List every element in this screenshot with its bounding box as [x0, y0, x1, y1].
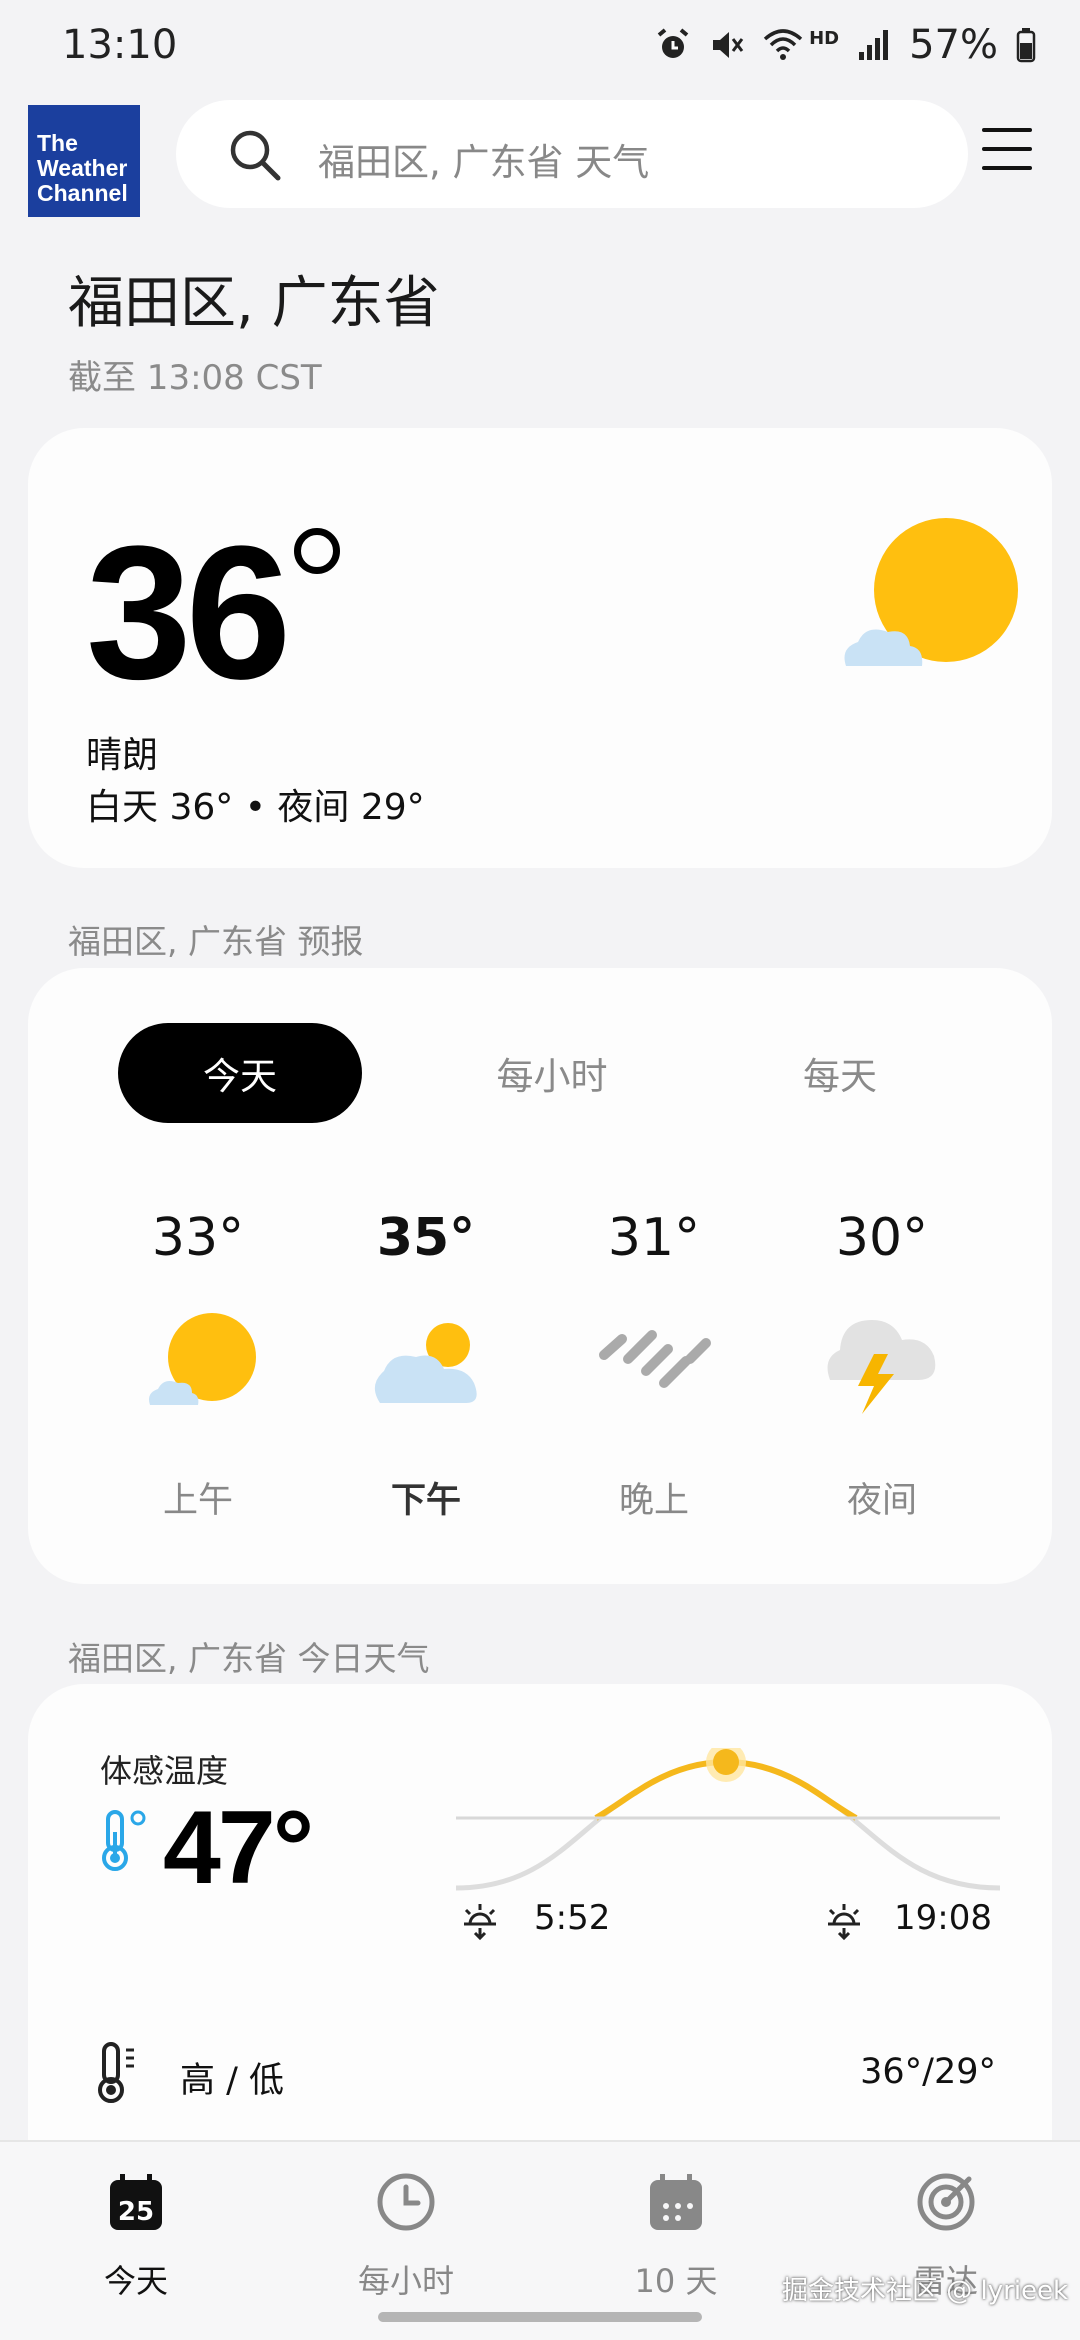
current-temp: 36 — [86, 507, 291, 719]
period-temp: 31° — [607, 1208, 701, 1268]
feels-like-label: 体感温度 — [100, 1752, 229, 1790]
radar-icon — [917, 2173, 975, 2231]
tab-today[interactable]: 今天 — [118, 1023, 362, 1123]
page-title: 福田区, 广东省 — [68, 271, 440, 336]
forecast-period-afternoon[interactable]: 35° 下午 — [326, 1208, 526, 1523]
tab-daily[interactable]: 每天 — [718, 1023, 962, 1123]
nav-item-today[interactable]: 25 今天 — [36, 2162, 236, 2302]
sunset-time: 19:08 — [894, 1898, 992, 1938]
updated-time: 截至 13:08 CST — [68, 358, 322, 398]
period-label: 下午 — [390, 1481, 461, 1521]
period-temp: 30° — [835, 1208, 929, 1268]
signal-icon — [859, 30, 889, 60]
nav-label: 10 天 — [634, 2262, 718, 2300]
calendar-icon — [650, 2174, 702, 2230]
forecast-section-label: 福田区, 广东省 预报 — [68, 922, 364, 961]
battery-percent: 57% — [909, 22, 998, 68]
high-low-thermometer-icon — [98, 2042, 134, 2103]
period-label: 夜间 — [846, 1481, 917, 1521]
status-bar: 13:10 HD 57% — [0, 0, 1080, 80]
clock-icon — [377, 2173, 435, 2231]
period-label: 上午 — [162, 1481, 233, 1521]
wifi-icon — [763, 29, 803, 60]
period-temp: 35° — [376, 1208, 476, 1268]
logo-line-1: The — [37, 130, 78, 156]
menu-icon[interactable] — [982, 128, 1032, 176]
forecast-period-morning[interactable]: 33° 上午 — [98, 1208, 298, 1523]
period-temp: 33° — [151, 1208, 245, 1268]
search-icon — [230, 130, 281, 181]
rain-icon — [599, 1330, 711, 1388]
status-time: 13:10 — [62, 22, 178, 68]
day-night-temps: 白天 36° • 夜间 29° — [86, 787, 425, 828]
watermark: 掘金技术社区 @ lyrieek — [782, 2276, 1069, 2306]
high-low-label: 高 / 低 — [180, 2061, 285, 2101]
forecast-period-evening[interactable]: 31° 晚上 — [554, 1208, 754, 1523]
degree-symbol — [294, 528, 340, 574]
forecast-period-night[interactable]: 30° 夜间 — [782, 1208, 982, 1523]
thunderstorm-icon — [827, 1320, 936, 1414]
sunset-icon — [828, 1904, 860, 1941]
sun-arc-chart — [456, 1748, 1000, 1891]
nav-label: 今天 — [103, 2262, 168, 2300]
search-text: 福田区, 广东省 天气 — [318, 141, 650, 184]
period-label: 晚上 — [618, 1481, 689, 1521]
feels-like-temp: 47° — [163, 1790, 314, 1906]
sunrise-time: 5:52 — [534, 1898, 611, 1938]
forecast-tabs: 今天 每小时 每天 — [118, 1023, 986, 1123]
high-low-value: 36°/29° — [860, 2052, 996, 2092]
nav-item-10day[interactable]: 10 天 — [576, 2162, 776, 2302]
forecast-card: 今天 每小时 每天 33° 上午 35° 下午 31° 晚上 30° 夜间 — [28, 968, 1052, 1584]
home-indicator[interactable] — [378, 2312, 702, 2322]
logo-line-3: Channel — [37, 180, 128, 206]
calendar-badge: 25 — [118, 2197, 154, 2227]
mute-icon — [713, 32, 744, 58]
today-section-label: 福田区, 广东省 今日天气 — [68, 1639, 430, 1678]
thermometer-icon — [102, 1810, 146, 1871]
tab-hourly[interactable]: 每小时 — [430, 1023, 674, 1123]
bottom-nav: 25 今天 每小时 10 天 雷达 — [0, 2140, 1080, 2340]
weather-channel-logo[interactable]: The Weather Channel — [28, 105, 140, 217]
nav-item-hourly[interactable]: 每小时 — [306, 2162, 506, 2302]
calendar-today-icon: 25 — [110, 2174, 162, 2230]
logo-line-2: Weather — [37, 155, 128, 181]
current-condition: 晴朗 — [86, 735, 159, 776]
current-conditions-card[interactable]: 36 晴朗 白天 36° • 夜间 29° — [28, 428, 1052, 868]
sunrise-icon — [464, 1904, 496, 1941]
nav-label: 每小时 — [357, 2262, 454, 2300]
status-icons: HD 57% — [655, 22, 1036, 68]
search-input[interactable]: 福田区, 广东省 天气 — [176, 100, 968, 208]
sun-cloud-icon — [149, 1313, 256, 1405]
cloud-sun-icon — [374, 1323, 477, 1403]
hd-indicator: HD — [809, 27, 840, 49]
battery-icon — [1016, 28, 1036, 63]
sun-cloud-icon — [844, 518, 1018, 666]
alarm-icon — [657, 28, 689, 58]
